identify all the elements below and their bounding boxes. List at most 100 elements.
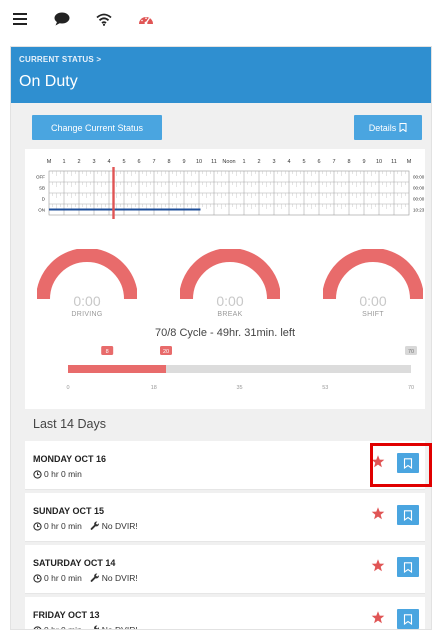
day-summary: 0 hr 0 min No DVIR! [33, 521, 138, 531]
graph-hour-label: 1 [242, 159, 245, 165]
graph-row-label: ON [38, 208, 45, 213]
details-label: Details [368, 122, 397, 133]
graph-row-total: 10:23 [413, 208, 425, 213]
day-dvir-status: No DVIR! [101, 521, 138, 531]
graph-hour-label: 1 [62, 159, 65, 165]
speedometer-icon[interactable] [136, 9, 156, 29]
shift-gauge-value: 0:00 [359, 293, 387, 309]
cycle-fill [68, 365, 166, 373]
break-gauge: 0:00 BREAK [179, 248, 281, 318]
last-14-days-header: Last 14 Days [11, 409, 431, 441]
current-status-header[interactable]: CURRENT STATUS > On Duty [11, 47, 431, 103]
graph-hour-label: 9 [362, 159, 365, 165]
day-time: 0 hr 0 min [44, 521, 82, 531]
star-icon[interactable] [371, 559, 385, 572]
graph-hour-label: 10 [196, 159, 202, 165]
top-bar [0, 0, 435, 38]
graph-hour-label: 4 [287, 159, 290, 165]
gauges-card: 0:00 DRIVING 0:00 BREAK 0:00 SHIFT 70/8 … [25, 237, 425, 409]
graph-hour-label: 11 [391, 159, 397, 165]
cycle-marker-label: 20 [163, 349, 169, 355]
graph-row-label: SB [39, 186, 45, 191]
hamburger-icon[interactable] [10, 9, 30, 29]
day-dvir-status: No DVIR! [101, 625, 138, 630]
graph-hour-label: 7 [152, 159, 155, 165]
graph-row-label: D [42, 197, 46, 202]
driving-gauge-label: DRIVING [71, 311, 103, 318]
clock-icon [33, 469, 42, 479]
details-button[interactable]: Details [354, 115, 422, 140]
day-date: MONDAY OCT 16 [33, 454, 107, 464]
day-date: SUNDAY OCT 15 [33, 506, 105, 516]
cycle-tick-label: 35 [236, 385, 242, 391]
driving-gauge: 0:00 DRIVING [36, 248, 138, 318]
graph-hour-label: 3 [92, 159, 95, 165]
graph-hour-label: 7 [332, 159, 335, 165]
main-panel: CURRENT STATUS > On Duty Change Current … [10, 46, 432, 630]
graph-hour-label: 2 [77, 159, 80, 165]
clock-icon [33, 521, 42, 531]
cycle-tick-label: 53 [322, 385, 328, 391]
graph-hour-label: 2 [257, 159, 260, 165]
driving-gauge-value: 0:00 [73, 293, 101, 309]
highlight-box [370, 443, 432, 487]
graph-row-total: 00:00 [413, 186, 425, 191]
graph-hour-label: 10 [376, 159, 382, 165]
cycle-progress: 8 20 70 0 18 35 53 70 [66, 346, 417, 391]
cycle-tick-label: 70 [408, 385, 414, 391]
graph-hour-label: 11 [211, 159, 217, 165]
day-row[interactable]: SATURDAY OCT 14 0 hr 0 min No DVIR! [25, 545, 425, 594]
day-summary: 0 hr 0 min No DVIR! [33, 625, 138, 630]
bookmark-button[interactable] [397, 557, 419, 577]
log-graph: M 1 2 3 4 5 6 7 8 9 10 11 Noon 1 2 3 4 5 6 7 8 9 10 11 M OFF 00:00… [36, 159, 425, 219]
day-time: 0 hr 0 min [44, 469, 82, 479]
status-button-row: Change Current Status Details [11, 103, 431, 149]
clock-icon [33, 573, 42, 583]
change-status-button[interactable]: Change Current Status [32, 115, 162, 140]
chat-icon[interactable] [52, 9, 72, 29]
bookmark-button[interactable] [397, 505, 419, 525]
graph-hour-label: 8 [167, 159, 170, 165]
wifi-icon[interactable] [94, 9, 114, 29]
wrench-icon [90, 521, 99, 530]
graph-hour-label: 5 [122, 159, 125, 165]
graph-row-label: OFF [36, 175, 45, 180]
star-icon[interactable] [371, 611, 385, 624]
day-time: 0 hr 0 min [44, 625, 82, 630]
wrench-icon [90, 573, 99, 582]
day-summary: 0 hr 0 min [33, 469, 82, 479]
break-gauge-value: 0:00 [216, 293, 244, 309]
day-row[interactable]: FRIDAY OCT 13 0 hr 0 min No DVIR! [25, 597, 425, 630]
cycle-marker-label: 70 [408, 349, 414, 355]
cycle-tick-label: 0 [66, 385, 69, 391]
graph-hour-label: M [47, 159, 52, 165]
cycle-marker-label: 8 [106, 349, 109, 355]
bookmark-icon [403, 509, 413, 521]
clock-icon [33, 625, 42, 629]
bookmark-button[interactable] [397, 609, 419, 629]
bookmark-icon [399, 123, 407, 132]
app-root: CURRENT STATUS > On Duty Change Current … [0, 0, 435, 630]
graph-hour-label: 5 [302, 159, 305, 165]
cycle-summary: 70/8 Cycle - 49hr. 31min. left [154, 327, 295, 339]
log-graph-card: M 1 2 3 4 5 6 7 8 9 10 11 Noon 1 2 3 4 5 6 7 8 9 10 11 M OFF 00:00… [25, 149, 425, 237]
graph-current-time-marker [112, 167, 115, 219]
cycle-tick-label: 18 [151, 385, 157, 391]
current-status-value: On Duty [19, 73, 78, 90]
day-date: FRIDAY OCT 13 [33, 610, 100, 620]
graph-hour-label: 9 [182, 159, 185, 165]
day-row[interactable]: MONDAY OCT 16 0 hr 0 min [25, 441, 425, 490]
graph-hour-label: 8 [347, 159, 350, 165]
graph-hour-label: 6 [137, 159, 140, 165]
day-row[interactable]: SUNDAY OCT 15 0 hr 0 min No DVIR! [25, 493, 425, 542]
day-dvir-status: No DVIR! [101, 573, 138, 583]
day-summary: 0 hr 0 min No DVIR! [33, 573, 138, 583]
bookmark-icon [403, 561, 413, 573]
day-date: SATURDAY OCT 14 [33, 558, 116, 568]
bookmark-icon [403, 613, 413, 625]
change-status-label: Change Current Status [50, 122, 144, 133]
star-icon[interactable] [371, 507, 385, 520]
graph-hour-label: Noon [222, 159, 235, 165]
graph-row-total: 00:00 [413, 197, 425, 202]
graph-hour-label: 6 [317, 159, 320, 165]
